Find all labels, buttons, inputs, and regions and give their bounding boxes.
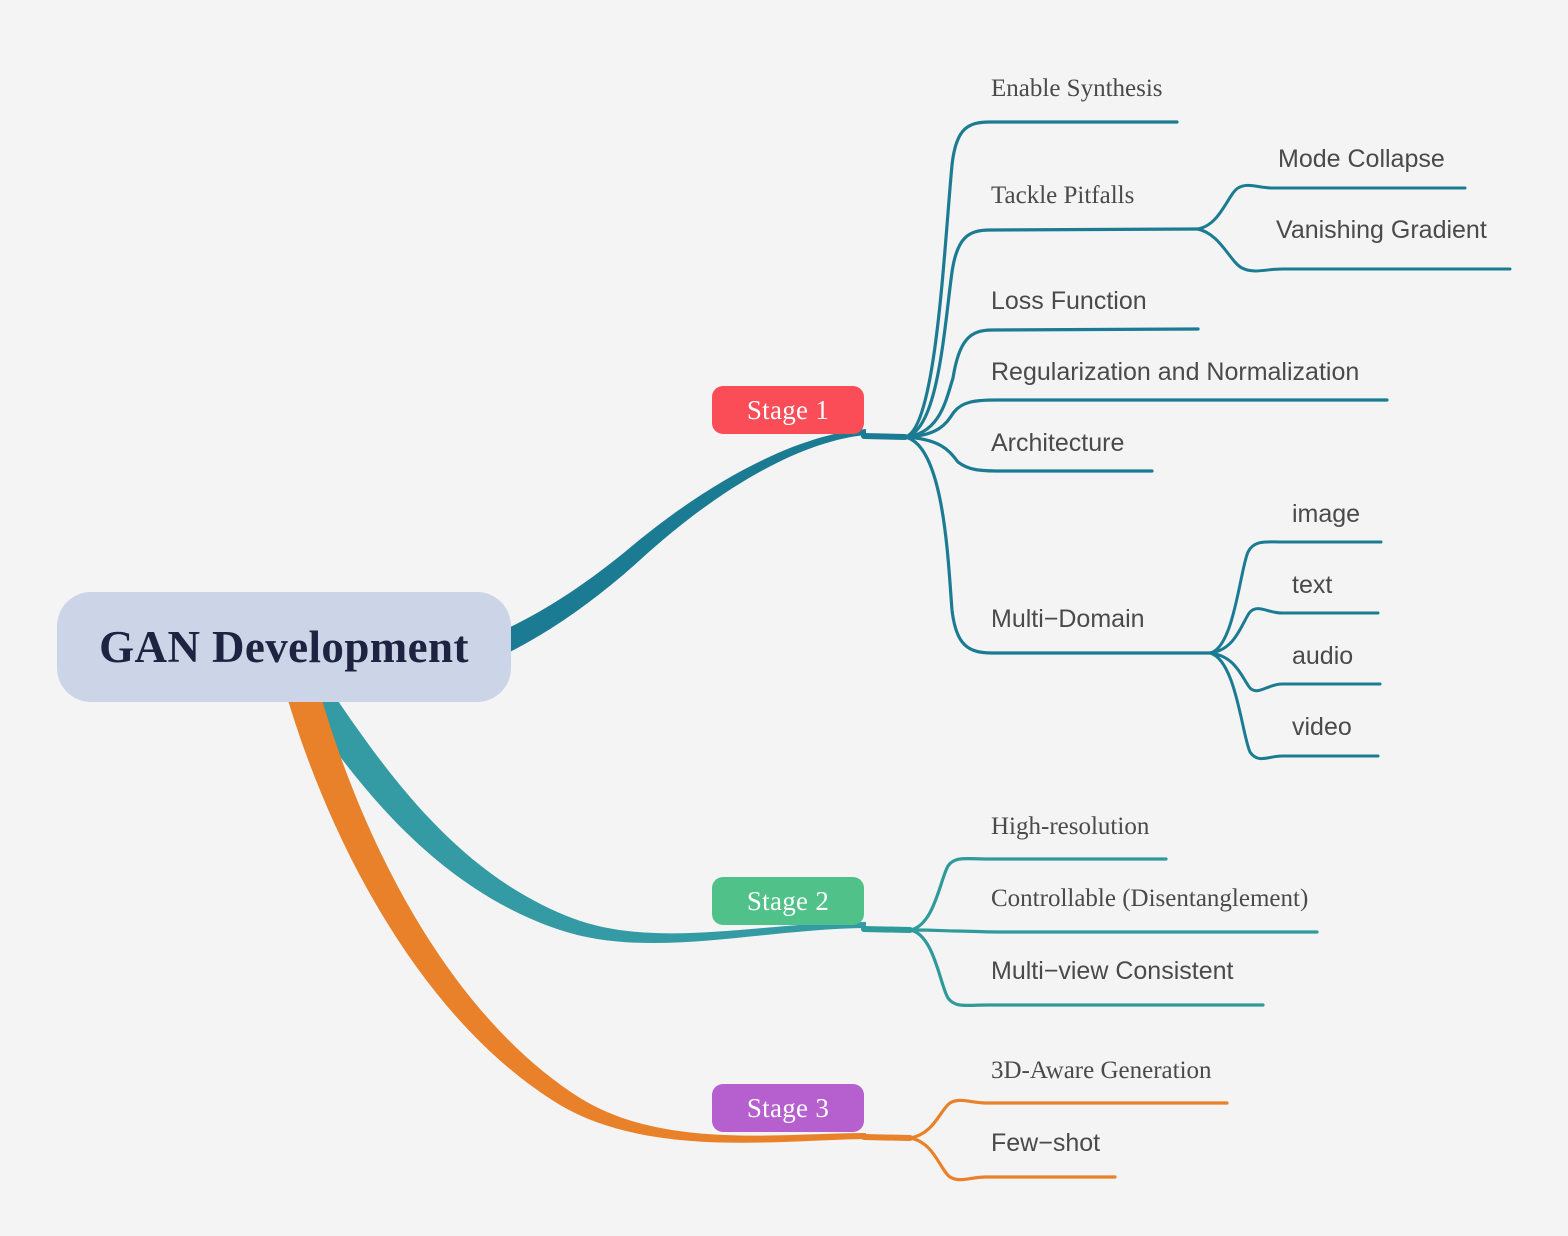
leaf-label-controllable[interactable]: Controllable (Disentanglement) (991, 886, 1308, 911)
leaf-label-video[interactable]: video (1292, 715, 1352, 740)
root-node[interactable]: GAN Development (57, 592, 511, 702)
stage-1-node[interactable]: Stage 1 (712, 386, 864, 434)
leaf-label-architecture[interactable]: Architecture (991, 431, 1124, 456)
stub-stage-2 (861, 926, 913, 933)
leaf-label-high-resolution[interactable]: High-resolution (991, 814, 1149, 839)
leaf-label-multi-view[interactable]: Multi−view Consistent (991, 959, 1233, 984)
leaf-label-audio[interactable]: audio (1292, 644, 1353, 669)
stage-3-node[interactable]: Stage 3 (712, 1084, 864, 1132)
leaf-label-vanishing-gradient[interactable]: Vanishing Gradient (1276, 218, 1487, 243)
leaf-label-text[interactable]: text (1292, 573, 1332, 598)
branch-enable-synthesis (903, 120, 1179, 439)
leaf-label-mode-collapse[interactable]: Mode Collapse (1278, 147, 1445, 172)
leaf-label-image[interactable]: image (1292, 502, 1360, 527)
branch-regularization (903, 398, 1389, 439)
leaf-label-regularization[interactable]: Regularization and Normalization (991, 360, 1359, 385)
stage-2-label: Stage 2 (746, 885, 830, 916)
leaf-label-tackle-pitfalls[interactable]: Tackle Pitfalls (991, 183, 1134, 208)
mindmap-canvas: GAN Development Stage 1 Stage 2 Stage 3 … (0, 0, 1568, 1236)
leaf-label-multi-domain[interactable]: Multi−Domain (991, 607, 1145, 632)
root-node-label: GAN Development (99, 622, 469, 672)
leaf-label-3d-aware-generation[interactable]: 3D-Aware Generation (991, 1058, 1212, 1083)
branch-controllable (908, 928, 1319, 934)
branch-tackle-pitfalls (903, 227, 1199, 439)
stage-1-label: Stage 1 (746, 394, 830, 425)
leaf-label-enable-synthesis[interactable]: Enable Synthesis (991, 76, 1163, 101)
leaf-label-few-shot[interactable]: Few−shot (991, 1131, 1100, 1156)
leaf-label-loss-function[interactable]: Loss Function (991, 289, 1147, 314)
stub-stage-1 (861, 433, 908, 440)
stage-2-node[interactable]: Stage 2 (712, 877, 864, 925)
stage-3-label: Stage 3 (746, 1092, 830, 1123)
stub-stage-3 (861, 1134, 913, 1141)
